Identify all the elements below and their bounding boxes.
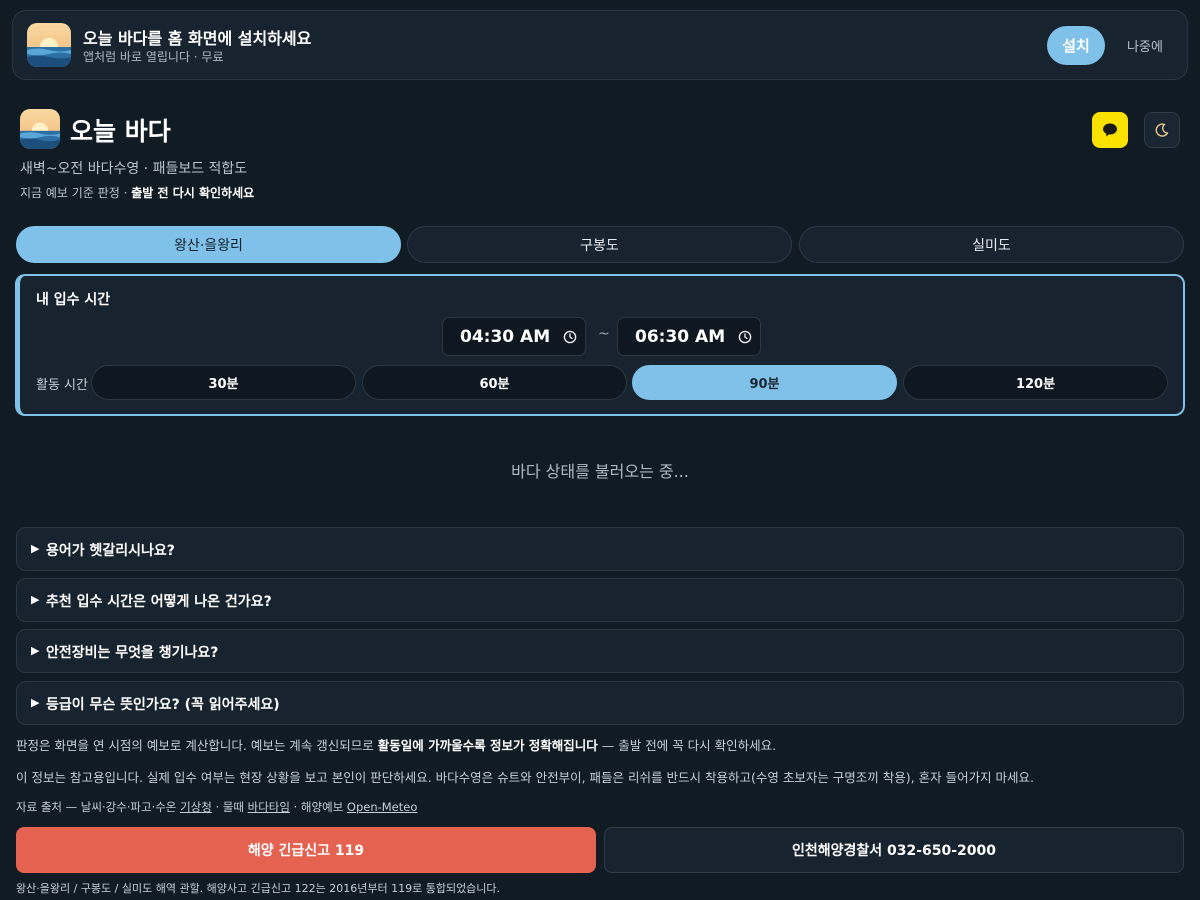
banner-title: 오늘 바다를 홈 화면에 설치하세요: [83, 29, 312, 48]
forecast-info-bold: 활동일에 가까울수록 정보가 정확해집니다: [377, 738, 598, 753]
caret-right-icon: ▶: [31, 696, 40, 709]
start-time-input[interactable]: 04:30 AM: [442, 317, 586, 356]
sources-mid1: · 물때: [211, 800, 248, 814]
faq-question: 용어가 헷갈리시나요?: [46, 543, 175, 559]
page-subtitle: 새벽~오전 바다수영 · 패들보드 적합도: [20, 161, 248, 177]
kakao-chat-icon: [1103, 123, 1117, 137]
end-time-input[interactable]: 06:30 AM: [617, 317, 761, 356]
sources-mid2: · 해양예보: [289, 800, 347, 814]
tab-wangsan-eurwangni[interactable]: 왕산·을왕리: [16, 226, 401, 263]
sources-prefix: 자료 출처 — 날씨·강수·파고·수온: [16, 800, 181, 814]
later-button[interactable]: 나중에: [1117, 26, 1173, 65]
duration-90-button[interactable]: 90분: [632, 365, 897, 400]
theme-toggle-button[interactable]: [1144, 112, 1180, 148]
moon-icon: [1155, 123, 1169, 137]
start-time-value: 04:30 AM: [460, 327, 551, 347]
page: 오늘 바다를 홈 화면에 설치하세요 앱처럼 바로 열립니다 · 무료 설치 나…: [0, 0, 1200, 900]
entry-time-title: 내 입수 시간: [36, 292, 111, 308]
forecast-note-bold: 출발 전 다시 확인하세요: [131, 186, 255, 200]
duration-30-button[interactable]: 30분: [91, 365, 356, 400]
clock-icon[interactable]: [738, 330, 752, 344]
faq-item-terms[interactable]: ▶ 용어가 헷갈리시나요?: [16, 527, 1184, 571]
banner-subtitle: 앱처럼 바로 열립니다 · 무료: [83, 50, 224, 64]
emergency-119-button[interactable]: 해양 긴급신고 119: [16, 827, 596, 873]
clock-icon[interactable]: [563, 330, 577, 344]
faq-question: 안전장비는 무엇을 챙기나요?: [46, 645, 219, 661]
forecast-info-prefix: 판정은 화면을 연 시점의 예보로 계산합니다. 예보는 계속 갱신되므로: [16, 738, 378, 753]
install-button[interactable]: 설치: [1047, 26, 1105, 65]
duration-label: 활동 시간: [36, 378, 88, 393]
badatime-link[interactable]: 바다타임: [248, 800, 290, 814]
caret-right-icon: ▶: [31, 542, 40, 555]
end-time-value: 06:30 AM: [635, 327, 726, 347]
loading-status: 바다 상태를 불러오는 중...: [511, 462, 689, 481]
time-separator: ~: [598, 326, 610, 342]
tab-silmido[interactable]: 실미도: [799, 226, 1184, 263]
footer-note: 왕산·을왕리 / 구봉도 / 실미도 해역 관할. 해양사고 긴급신고 122는…: [16, 882, 501, 895]
sunrise-sea-icon: [27, 23, 71, 67]
entry-time-panel: 내 입수 시간 04:30 AM ~ 06:30 AM 활동 시간 30분 60…: [15, 274, 1185, 416]
duration-60-button[interactable]: 60분: [362, 365, 627, 400]
page-title: 오늘 바다: [70, 117, 171, 146]
caret-right-icon: ▶: [31, 593, 40, 606]
coast-guard-call-button[interactable]: 인천해양경찰서 032-650-2000: [604, 827, 1184, 873]
faq-item-grades[interactable]: ▶ 등급이 무슨 뜻인가요? (꼭 읽어주세요): [16, 681, 1184, 725]
faq-item-recommended-time[interactable]: ▶ 추천 입수 시간은 어떻게 나온 건가요?: [16, 578, 1184, 622]
faq-item-safety-gear[interactable]: ▶ 안전장비는 무엇을 챙기나요?: [16, 629, 1184, 673]
forecast-info-text: 판정은 화면을 연 시점의 예보로 계산합니다. 예보는 계속 갱신되므로 활동…: [16, 735, 776, 754]
forecast-note-prefix: 지금 예보 기준 판정 ·: [20, 186, 132, 200]
open-meteo-link[interactable]: Open-Meteo: [347, 800, 417, 814]
forecast-note: 지금 예보 기준 판정 · 출발 전 다시 확인하세요: [20, 184, 254, 201]
kakao-share-button[interactable]: [1092, 112, 1128, 148]
install-banner: 오늘 바다를 홈 화면에 설치하세요 앱처럼 바로 열립니다 · 무료 설치 나…: [12, 10, 1188, 80]
caret-right-icon: ▶: [31, 644, 40, 657]
tab-gubongdo[interactable]: 구봉도: [407, 226, 792, 263]
kma-link[interactable]: 기상청: [180, 800, 212, 814]
app-logo-icon: [20, 109, 60, 149]
duration-120-button[interactable]: 120분: [903, 365, 1168, 400]
data-sources: 자료 출처 — 날씨·강수·파고·수온 기상청 · 물때 바다타임 · 해양예보…: [16, 799, 417, 815]
faq-question: 추천 입수 시간은 어떻게 나온 건가요?: [46, 594, 272, 610]
forecast-info-suffix: — 출발 전에 꼭 다시 확인하세요.: [597, 738, 777, 753]
disclaimer-text: 이 정보는 참고용입니다. 실제 입수 여부는 현장 상황을 보고 본인이 판단…: [16, 770, 1035, 785]
faq-question: 등급이 무슨 뜻인가요? (꼭 읽어주세요): [46, 697, 280, 713]
